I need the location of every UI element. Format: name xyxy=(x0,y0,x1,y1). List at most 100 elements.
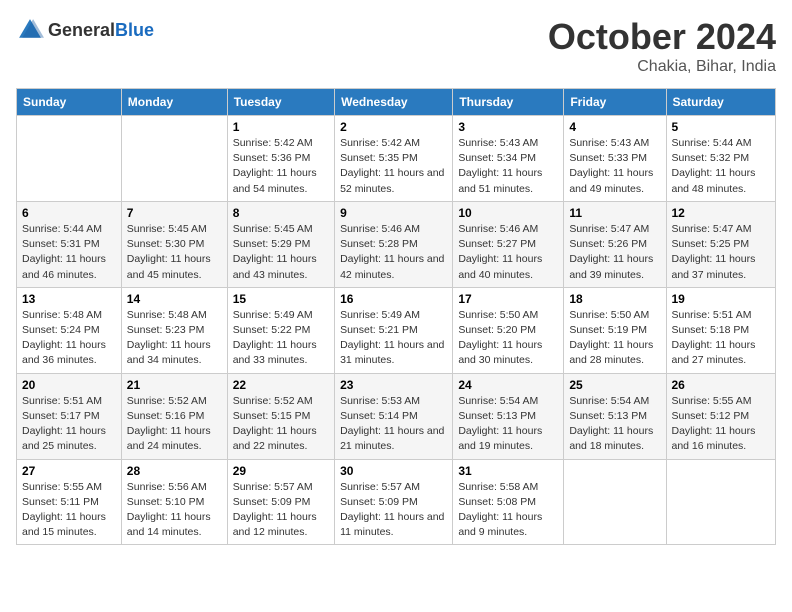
day-number: 30 xyxy=(340,464,447,478)
logo-general: General xyxy=(48,20,115,40)
day-number: 4 xyxy=(569,120,660,134)
day-info: Sunrise: 5:52 AMSunset: 5:16 PMDaylight:… xyxy=(127,395,211,453)
day-number: 2 xyxy=(340,120,447,134)
calendar-day-cell: 20 Sunrise: 5:51 AMSunset: 5:17 PMDayligh… xyxy=(17,373,122,459)
day-info: Sunrise: 5:49 AMSunset: 5:22 PMDaylight:… xyxy=(233,309,317,367)
weekday-header-row: SundayMondayTuesdayWednesdayThursdayFrid… xyxy=(17,89,776,116)
day-info: Sunrise: 5:47 AMSunset: 5:25 PMDaylight:… xyxy=(672,223,756,281)
day-number: 27 xyxy=(22,464,116,478)
calendar-day-cell xyxy=(121,116,227,202)
day-number: 10 xyxy=(458,206,558,220)
weekday-header-friday: Friday xyxy=(564,89,666,116)
day-info: Sunrise: 5:49 AMSunset: 5:21 PMDaylight:… xyxy=(340,309,444,367)
day-info: Sunrise: 5:50 AMSunset: 5:20 PMDaylight:… xyxy=(458,309,542,367)
day-number: 28 xyxy=(127,464,222,478)
calendar-day-cell: 2 Sunrise: 5:42 AMSunset: 5:35 PMDaylight… xyxy=(335,116,453,202)
calendar-day-cell: 31Sunrise: 5:58 AMSunset: 5:08 PMDayligh… xyxy=(453,459,564,545)
day-number: 9 xyxy=(340,206,447,220)
calendar-table: SundayMondayTuesdayWednesdayThursdayFrid… xyxy=(16,88,776,545)
day-number: 5 xyxy=(672,120,771,134)
day-number: 6 xyxy=(22,206,116,220)
day-info: Sunrise: 5:44 AMSunset: 5:31 PMDaylight:… xyxy=(22,223,106,281)
day-number: 22 xyxy=(233,378,329,392)
day-info: Sunrise: 5:43 AMSunset: 5:33 PMDaylight:… xyxy=(569,137,653,195)
weekday-header-thursday: Thursday xyxy=(453,89,564,116)
calendar-day-cell: 10 Sunrise: 5:46 AMSunset: 5:27 PMDayligh… xyxy=(453,201,564,287)
logo-icon xyxy=(16,16,44,44)
logo: GeneralBlue xyxy=(16,16,154,44)
day-number: 29 xyxy=(233,464,329,478)
day-number: 11 xyxy=(569,206,660,220)
weekday-header-sunday: Sunday xyxy=(17,89,122,116)
day-info: Sunrise: 5:42 AMSunset: 5:36 PMDaylight:… xyxy=(233,137,317,195)
day-info: Sunrise: 5:48 AMSunset: 5:24 PMDaylight:… xyxy=(22,309,106,367)
day-info: Sunrise: 5:42 AMSunset: 5:35 PMDaylight:… xyxy=(340,137,444,195)
weekday-header-saturday: Saturday xyxy=(666,89,776,116)
day-info: Sunrise: 5:55 AMSunset: 5:11 PMDaylight:… xyxy=(22,481,106,539)
day-info: Sunrise: 5:52 AMSunset: 5:15 PMDaylight:… xyxy=(233,395,317,453)
calendar-title: October 2024 xyxy=(548,16,776,58)
weekday-header-tuesday: Tuesday xyxy=(227,89,334,116)
calendar-day-cell: 11 Sunrise: 5:47 AMSunset: 5:26 PMDayligh… xyxy=(564,201,666,287)
calendar-day-cell: 16 Sunrise: 5:49 AMSunset: 5:21 PMDayligh… xyxy=(335,287,453,373)
day-number: 20 xyxy=(22,378,116,392)
day-info: Sunrise: 5:51 AMSunset: 5:18 PMDaylight:… xyxy=(672,309,756,367)
calendar-day-cell: 12 Sunrise: 5:47 AMSunset: 5:25 PMDayligh… xyxy=(666,201,776,287)
day-info: Sunrise: 5:45 AMSunset: 5:30 PMDaylight:… xyxy=(127,223,211,281)
calendar-day-cell: 7 Sunrise: 5:45 AMSunset: 5:30 PMDaylight… xyxy=(121,201,227,287)
calendar-day-cell: 30 Sunrise: 5:57 AMSunset: 5:09 PMDayligh… xyxy=(335,459,453,545)
calendar-week-row: 13 Sunrise: 5:48 AMSunset: 5:24 PMDayligh… xyxy=(17,287,776,373)
calendar-day-cell: 9 Sunrise: 5:46 AMSunset: 5:28 PMDaylight… xyxy=(335,201,453,287)
day-number: 25 xyxy=(569,378,660,392)
day-info: Sunrise: 5:46 AMSunset: 5:28 PMDaylight:… xyxy=(340,223,444,281)
day-info: Sunrise: 5:51 AMSunset: 5:17 PMDaylight:… xyxy=(22,395,106,453)
calendar-day-cell: 26 Sunrise: 5:55 AMSunset: 5:12 PMDayligh… xyxy=(666,373,776,459)
day-number: 14 xyxy=(127,292,222,306)
title-block: October 2024 Chakia, Bihar, India xyxy=(548,16,776,76)
day-info: Sunrise: 5:57 AMSunset: 5:09 PMDaylight:… xyxy=(340,481,444,539)
day-number: 18 xyxy=(569,292,660,306)
day-info: Sunrise: 5:57 AMSunset: 5:09 PMDaylight:… xyxy=(233,481,317,539)
day-number: 3 xyxy=(458,120,558,134)
calendar-day-cell xyxy=(564,459,666,545)
day-number: 12 xyxy=(672,206,771,220)
day-number: 19 xyxy=(672,292,771,306)
weekday-header-monday: Monday xyxy=(121,89,227,116)
day-info: Sunrise: 5:43 AMSunset: 5:34 PMDaylight:… xyxy=(458,137,542,195)
calendar-day-cell: 23 Sunrise: 5:53 AMSunset: 5:14 PMDayligh… xyxy=(335,373,453,459)
day-info: Sunrise: 5:53 AMSunset: 5:14 PMDaylight:… xyxy=(340,395,444,453)
day-number: 23 xyxy=(340,378,447,392)
day-info: Sunrise: 5:47 AMSunset: 5:26 PMDaylight:… xyxy=(569,223,653,281)
day-number: 16 xyxy=(340,292,447,306)
day-number: 13 xyxy=(22,292,116,306)
calendar-day-cell: 28Sunrise: 5:56 AMSunset: 5:10 PMDayligh… xyxy=(121,459,227,545)
calendar-day-cell: 25Sunrise: 5:54 AMSunset: 5:13 PMDayligh… xyxy=(564,373,666,459)
calendar-day-cell: 18 Sunrise: 5:50 AMSunset: 5:19 PMDayligh… xyxy=(564,287,666,373)
calendar-week-row: 20 Sunrise: 5:51 AMSunset: 5:17 PMDayligh… xyxy=(17,373,776,459)
calendar-day-cell: 6 Sunrise: 5:44 AMSunset: 5:31 PMDaylight… xyxy=(17,201,122,287)
calendar-day-cell: 22 Sunrise: 5:52 AMSunset: 5:15 PMDayligh… xyxy=(227,373,334,459)
calendar-day-cell: 24Sunrise: 5:54 AMSunset: 5:13 PMDayligh… xyxy=(453,373,564,459)
day-info: Sunrise: 5:50 AMSunset: 5:19 PMDaylight:… xyxy=(569,309,653,367)
calendar-day-cell xyxy=(17,116,122,202)
calendar-day-cell: 29 Sunrise: 5:57 AMSunset: 5:09 PMDayligh… xyxy=(227,459,334,545)
calendar-day-cell: 5Sunrise: 5:44 AMSunset: 5:32 PMDaylight… xyxy=(666,116,776,202)
calendar-day-cell: 4 Sunrise: 5:43 AMSunset: 5:33 PMDaylight… xyxy=(564,116,666,202)
calendar-day-cell: 27 Sunrise: 5:55 AMSunset: 5:11 PMDayligh… xyxy=(17,459,122,545)
day-number: 7 xyxy=(127,206,222,220)
day-number: 26 xyxy=(672,378,771,392)
day-info: Sunrise: 5:55 AMSunset: 5:12 PMDaylight:… xyxy=(672,395,756,453)
day-number: 15 xyxy=(233,292,329,306)
calendar-day-cell xyxy=(666,459,776,545)
calendar-day-cell: 19 Sunrise: 5:51 AMSunset: 5:18 PMDayligh… xyxy=(666,287,776,373)
day-number: 21 xyxy=(127,378,222,392)
day-number: 24 xyxy=(458,378,558,392)
day-number: 31 xyxy=(458,464,558,478)
calendar-day-cell: 13 Sunrise: 5:48 AMSunset: 5:24 PMDayligh… xyxy=(17,287,122,373)
calendar-day-cell: 15 Sunrise: 5:49 AMSunset: 5:22 PMDayligh… xyxy=(227,287,334,373)
calendar-day-cell: 3 Sunrise: 5:43 AMSunset: 5:34 PMDaylight… xyxy=(453,116,564,202)
day-number: 8 xyxy=(233,206,329,220)
calendar-day-cell: 14Sunrise: 5:48 AMSunset: 5:23 PMDayligh… xyxy=(121,287,227,373)
day-number: 1 xyxy=(233,120,329,134)
day-info: Sunrise: 5:46 AMSunset: 5:27 PMDaylight:… xyxy=(458,223,542,281)
